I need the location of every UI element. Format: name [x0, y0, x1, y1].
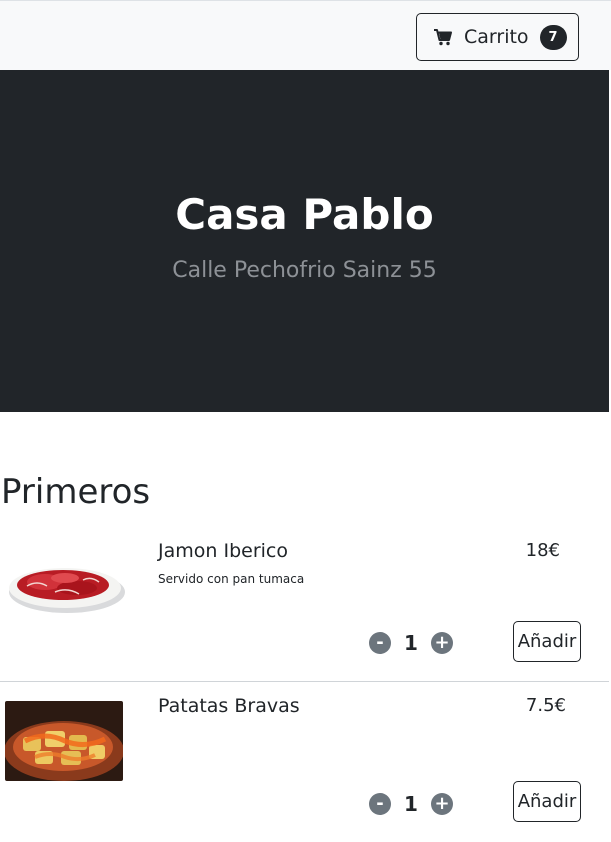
navbar: Carrito 7	[0, 0, 611, 70]
quantity-value: 1	[404, 792, 418, 816]
jamon-iberico-image	[9, 568, 125, 613]
patatas-bravas-image	[5, 701, 123, 781]
quantity-stepper: - 1 +	[369, 792, 453, 816]
restaurant-header: Casa Pablo Calle Pechofrio Sainz 55	[0, 70, 609, 412]
item-price: 7.5€	[525, 695, 566, 716]
add-to-cart-button[interactable]: Añadir	[513, 781, 581, 822]
item-price: 18€	[525, 540, 560, 561]
item-name: Jamon Iberico	[158, 540, 288, 562]
section-title: Primeros	[1, 472, 151, 512]
menu-item: Jamon Iberico Servido con pan tumaca 18€…	[0, 532, 609, 682]
restaurant-name: Casa Pablo	[175, 190, 434, 239]
increase-quantity-button[interactable]: +	[431, 632, 453, 654]
increase-quantity-button[interactable]: +	[431, 793, 453, 815]
decrease-quantity-button[interactable]: -	[369, 632, 391, 654]
cart-count-badge: 7	[539, 24, 567, 50]
shopping-cart-icon	[434, 29, 452, 46]
item-name: Patatas Bravas	[158, 695, 300, 717]
cart-button[interactable]: Carrito 7	[416, 13, 579, 61]
restaurant-address: Calle Pechofrio Sainz 55	[172, 258, 437, 283]
item-description: Servido con pan tumaca	[158, 572, 305, 586]
quantity-stepper: - 1 +	[369, 631, 453, 655]
decrease-quantity-button[interactable]: -	[369, 793, 391, 815]
menu-item: Patatas Bravas 7.5€ - 1 + Añadir	[0, 683, 609, 842]
cart-label: Carrito	[464, 26, 529, 48]
add-to-cart-button[interactable]: Añadir	[513, 621, 581, 662]
quantity-value: 1	[404, 631, 418, 655]
